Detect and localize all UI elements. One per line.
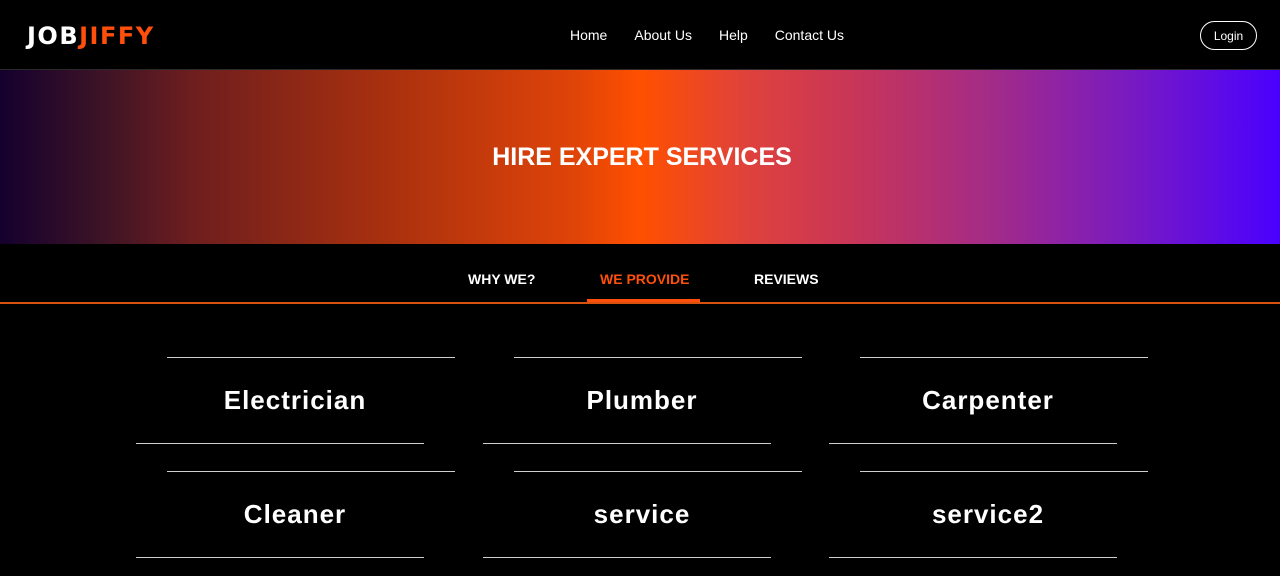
card-top-border [860, 471, 1148, 472]
service-label: service [593, 499, 691, 529]
service-card-service2[interactable]: service2 [829, 471, 1149, 561]
tab-reviews[interactable]: REVIEWS [754, 271, 819, 287]
card-bottom-border [483, 443, 771, 444]
tab-we-provide[interactable]: WE PROVIDE [600, 271, 689, 287]
card-bottom-border [136, 557, 424, 558]
service-card-service[interactable]: service [483, 471, 803, 561]
card-top-border [167, 357, 455, 358]
card-top-border [514, 471, 802, 472]
logo-part-jiffy: JIFFY [79, 22, 155, 50]
nav-help-link[interactable]: Help [719, 26, 748, 44]
card-top-border [860, 357, 1148, 358]
brand-logo[interactable]: JOBJIFFY [27, 22, 155, 50]
hero-title: HIRE EXPERT SERVICES [492, 143, 792, 171]
card-bottom-border [829, 557, 1117, 558]
login-button[interactable]: Login [1200, 21, 1257, 50]
service-label: Carpenter [922, 385, 1054, 415]
service-card-plumber[interactable]: Plumber [483, 357, 803, 447]
service-card-carpenter[interactable]: Carpenter [829, 357, 1149, 447]
logo-part-job: JOB [27, 22, 80, 50]
nav-about-link[interactable]: About Us [634, 26, 692, 44]
card-top-border [167, 471, 455, 472]
nav-home-link[interactable]: Home [570, 26, 607, 44]
service-label: service2 [931, 499, 1045, 529]
main-nav: Home About Us Help Contact Us [570, 26, 844, 44]
hero-banner: HIRE EXPERT SERVICES [0, 70, 1280, 244]
card-bottom-border [483, 557, 771, 558]
service-label: Cleaner [243, 499, 347, 529]
service-card-cleaner[interactable]: Cleaner [136, 471, 456, 561]
section-tabs: WHY WE? WE PROVIDE REVIEWS [0, 244, 1280, 304]
service-label: Electrician [223, 385, 367, 415]
card-top-border [514, 357, 802, 358]
card-bottom-border [136, 443, 424, 444]
top-header: JOBJIFFY Home About Us Help Contact Us L… [0, 0, 1280, 70]
nav-contact-link[interactable]: Contact Us [775, 26, 844, 44]
tab-why-we[interactable]: WHY WE? [468, 271, 535, 287]
service-label: Plumber [586, 385, 698, 415]
active-tab-indicator [587, 299, 700, 302]
card-bottom-border [829, 443, 1117, 444]
service-card-electrician[interactable]: Electrician [136, 357, 456, 447]
